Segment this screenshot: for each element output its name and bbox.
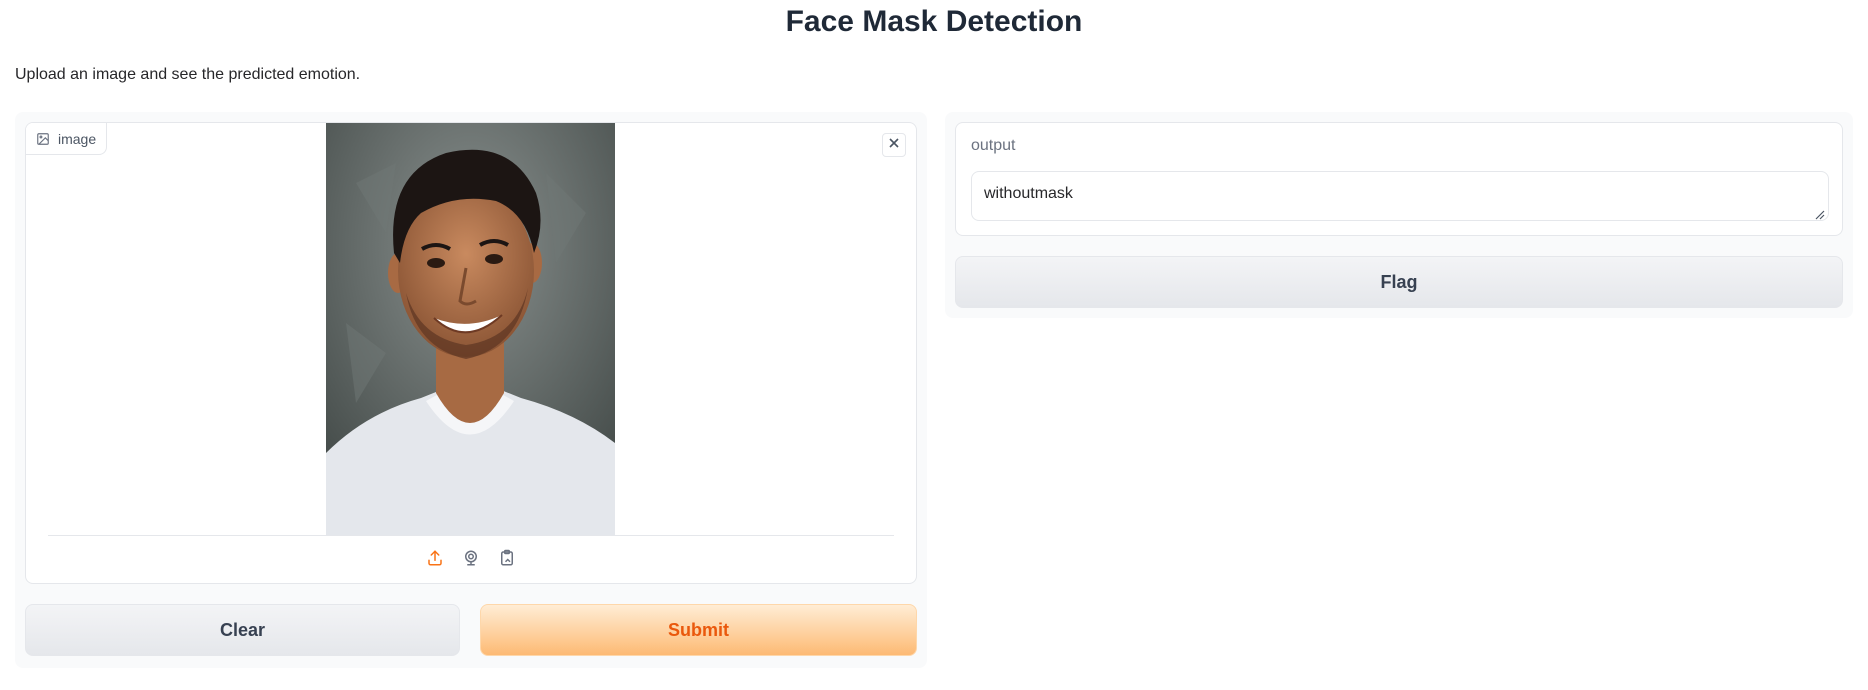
- submit-button[interactable]: Submit: [480, 604, 917, 656]
- image-icon: [36, 132, 50, 146]
- webcam-icon: [462, 549, 480, 572]
- output-textbox[interactable]: withoutmask: [971, 171, 1829, 221]
- image-label-text: image: [58, 130, 97, 147]
- image-input[interactable]: image: [25, 122, 917, 584]
- input-panel: image Clear Submit: [15, 112, 927, 668]
- upload-source-button[interactable]: [423, 548, 447, 572]
- page-description: Upload an image and see the predicted em…: [15, 66, 361, 83]
- output-label: output: [971, 137, 1016, 154]
- uploaded-photo: [326, 123, 615, 535]
- flag-button[interactable]: Flag: [955, 256, 1843, 308]
- resize-handle-icon[interactable]: [1815, 207, 1825, 220]
- page-title: Face Mask Detection: [785, 5, 1083, 38]
- output-value: withoutmask: [984, 185, 1073, 202]
- upload-icon: [426, 549, 444, 572]
- output-block: output withoutmask: [955, 122, 1843, 236]
- clipboard-source-button[interactable]: [495, 548, 519, 572]
- image-block-label: image: [26, 123, 108, 155]
- output-panel: output withoutmask Flag: [945, 112, 1853, 318]
- clear-button[interactable]: Clear: [25, 604, 460, 656]
- webcam-source-button[interactable]: [459, 548, 483, 572]
- clipboard-icon: [498, 549, 516, 572]
- close-icon: [888, 136, 900, 154]
- source-selector: [26, 536, 916, 583]
- remove-image-button[interactable]: [882, 133, 906, 157]
